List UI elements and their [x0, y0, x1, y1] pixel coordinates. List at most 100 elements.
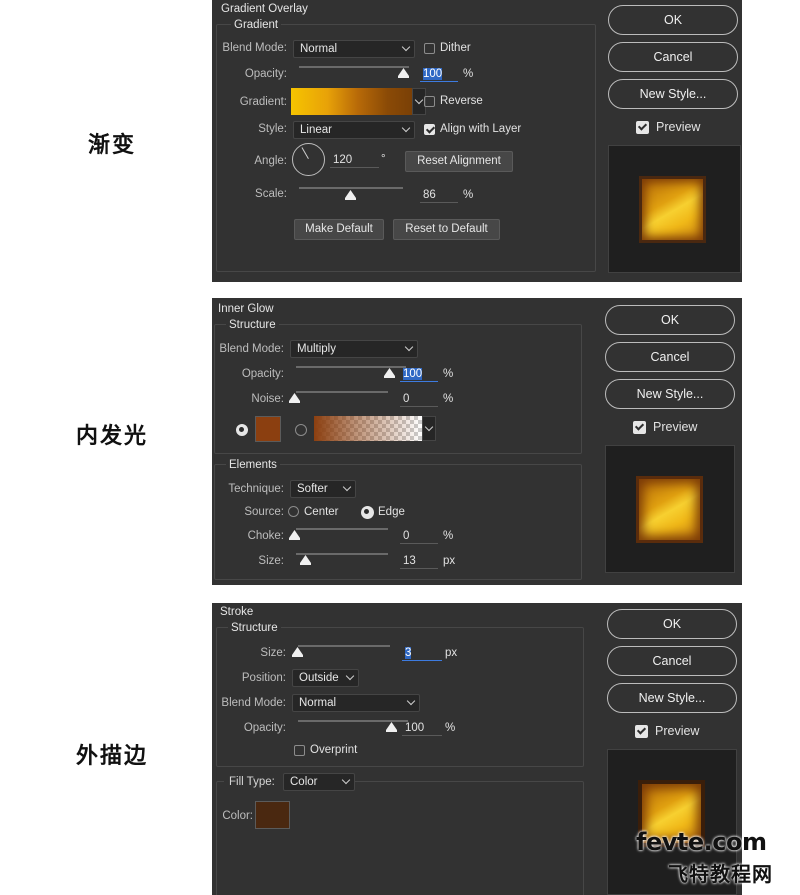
cancel-button[interactable]: Cancel — [608, 42, 738, 72]
fill-type-label: Fill Type: — [224, 776, 283, 788]
new-style-button[interactable]: New Style... — [605, 379, 735, 409]
preview-label: Preview — [656, 120, 701, 134]
chevron-down-icon — [404, 342, 414, 352]
angle-label: Angle: — [254, 155, 287, 167]
overprint-label: Overprint — [310, 744, 358, 756]
opacity-unit: % — [463, 68, 474, 80]
dither-checkbox[interactable] — [424, 43, 435, 54]
chevron-down-icon — [401, 42, 411, 52]
choke-input[interactable]: 0 — [400, 529, 438, 544]
scale-slider-thumb[interactable] — [345, 190, 356, 200]
preview-checkbox[interactable] — [636, 121, 649, 134]
glow-gradient-dropdown[interactable] — [422, 416, 436, 441]
size-input[interactable]: 13 — [400, 554, 438, 569]
blend-mode-label: Blend Mode: — [221, 697, 286, 709]
stroke-color-swatch[interactable] — [255, 801, 290, 829]
noise-slider-track[interactable] — [296, 391, 388, 393]
ok-button[interactable]: OK — [608, 5, 738, 35]
chevron-down-icon — [406, 696, 416, 706]
caption-gradient: 渐变 — [88, 133, 137, 158]
blend-mode-select[interactable]: Normal — [292, 694, 420, 712]
opacity-slider-thumb[interactable] — [398, 68, 409, 78]
panel-title: Inner Glow — [218, 303, 274, 315]
scale-input[interactable]: 86 — [420, 188, 458, 203]
scale-unit: % — [463, 189, 474, 201]
section-title: Structure — [226, 319, 279, 331]
opacity-unit: % — [443, 368, 454, 380]
angle-dial[interactable] — [292, 143, 325, 176]
opacity-slider-thumb[interactable] — [384, 368, 395, 378]
ok-button[interactable]: OK — [605, 305, 735, 335]
preview-square — [639, 176, 706, 243]
section-title: Structure — [228, 622, 281, 634]
style-label: Style: — [258, 123, 287, 135]
source-edge-radio[interactable] — [361, 506, 374, 519]
choke-label: Choke: — [247, 530, 284, 542]
preview-square — [636, 476, 703, 543]
opacity-unit: % — [445, 722, 456, 734]
technique-select[interactable]: Softer — [290, 480, 356, 498]
reset-to-default-button[interactable]: Reset to Default — [393, 219, 500, 240]
inner-glow-panel: Inner Glow Structure Blend Mode: Multipl… — [212, 298, 742, 585]
chevron-down-icon — [345, 671, 355, 681]
preview-label: Preview — [655, 724, 700, 738]
fill-type-select[interactable]: Color — [283, 773, 355, 791]
opacity-input[interactable]: 100 — [420, 67, 458, 82]
opacity-input[interactable]: 100 — [400, 367, 438, 382]
size-slider-thumb[interactable] — [300, 555, 311, 565]
panel-title: Stroke — [220, 606, 254, 618]
style-select[interactable]: Linear — [293, 121, 415, 139]
source-center-radio[interactable] — [288, 506, 299, 517]
source-center-label: Center — [304, 506, 339, 518]
ok-button[interactable]: OK — [607, 609, 737, 639]
panel-title: Gradient Overlay — [221, 3, 308, 15]
fill-type-section — [216, 781, 584, 895]
technique-label: Technique: — [228, 483, 284, 495]
reverse-checkbox[interactable] — [424, 96, 435, 107]
blend-mode-select[interactable]: Normal — [293, 40, 415, 58]
cancel-button[interactable]: Cancel — [605, 342, 735, 372]
scale-label: Scale: — [255, 188, 287, 200]
choke-slider-thumb[interactable] — [289, 530, 300, 540]
reverse-label: Reverse — [440, 95, 483, 107]
size-label: Size: — [260, 647, 286, 659]
color-radio[interactable] — [236, 424, 248, 436]
blend-mode-label: Blend Mode: — [219, 343, 284, 355]
blend-mode-select[interactable]: Multiply — [290, 340, 418, 358]
source-label: Source: — [244, 506, 284, 518]
chevron-down-icon — [424, 422, 434, 432]
opacity-label: Opacity: — [241, 368, 284, 380]
choke-slider-track[interactable] — [296, 528, 388, 530]
gradient-radio[interactable] — [295, 424, 307, 436]
new-style-button[interactable]: New Style... — [607, 683, 737, 713]
position-select[interactable]: Outside — [292, 669, 359, 687]
size-input[interactable]: 3 — [402, 646, 442, 661]
gradient-overlay-panel: Gradient Overlay Gradient Blend Mode: No… — [212, 0, 742, 282]
preview-checkbox[interactable] — [633, 421, 646, 434]
noise-slider-thumb[interactable] — [289, 393, 300, 403]
size-slider-track[interactable] — [298, 645, 390, 647]
reset-alignment-button[interactable]: Reset Alignment — [405, 151, 513, 172]
opacity-input[interactable]: 100 — [402, 721, 442, 736]
make-default-button[interactable]: Make Default — [294, 219, 384, 240]
size-slider-thumb[interactable] — [292, 647, 303, 657]
align-with-layer-label: Align with Layer — [440, 123, 522, 135]
opacity-slider-track[interactable] — [299, 66, 409, 68]
opacity-slider-thumb[interactable] — [386, 722, 397, 732]
align-with-layer-checkbox[interactable] — [424, 124, 435, 135]
scale-slider-track[interactable] — [299, 187, 403, 189]
overprint-checkbox[interactable] — [294, 745, 305, 756]
size-unit: px — [445, 647, 458, 659]
cancel-button[interactable]: Cancel — [607, 646, 737, 676]
new-style-button[interactable]: New Style... — [608, 79, 738, 109]
glow-gradient-picker[interactable] — [314, 416, 422, 441]
angle-unit: ° — [381, 153, 386, 165]
opacity-label: Opacity: — [244, 68, 287, 80]
gradient-label: Gradient: — [239, 96, 287, 108]
glow-color-swatch[interactable] — [255, 416, 281, 442]
noise-input[interactable]: 0 — [400, 392, 438, 407]
preview-checkbox[interactable] — [635, 725, 648, 738]
angle-input[interactable]: 120 — [330, 153, 379, 168]
gradient-picker[interactable] — [291, 88, 412, 115]
angle-needle — [301, 147, 309, 159]
